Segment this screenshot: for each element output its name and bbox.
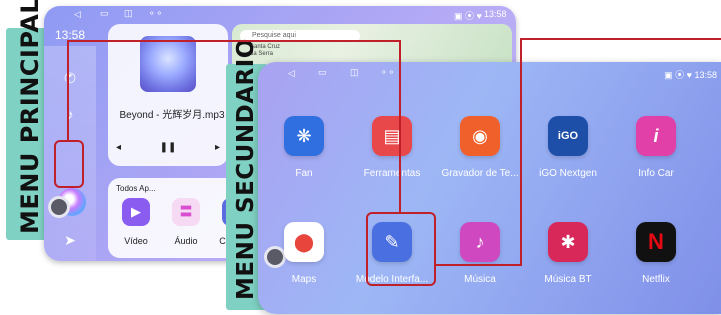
- app-label: Netflix: [642, 274, 670, 285]
- netflix-icon: N: [636, 222, 676, 262]
- status-right: ▣ ⦿ ♥ 13:58: [664, 68, 717, 81]
- app-ferramentas[interactable]: ▤ Ferramentas: [348, 116, 436, 179]
- app-label: iGO Nextgen: [539, 168, 597, 179]
- audio-icon: 〓: [172, 198, 200, 226]
- app-musica-bt[interactable]: ✱ Música BT: [524, 222, 612, 285]
- app-label: Música BT: [544, 274, 592, 285]
- playback-controls: ◂ ❚❚ ▸: [116, 142, 220, 153]
- app-label: Áudio: [174, 236, 198, 246]
- app-info-car[interactable]: i Info Car: [612, 116, 700, 179]
- menu-principal-label: MENU PRINCIPAL: [16, 0, 44, 234]
- app-fan[interactable]: ❋ Fan: [260, 116, 348, 179]
- status-time: 13:58: [694, 70, 717, 80]
- home-icon[interactable]: ▭: [100, 8, 109, 19]
- phone-icon[interactable]: ✆: [58, 66, 82, 90]
- app-label: Música: [464, 274, 496, 285]
- notification-icon: ⚬⚬: [380, 67, 396, 77]
- app-label: Ferramentas: [363, 168, 421, 179]
- bluetooth-music-icon: ✱: [548, 222, 588, 262]
- highlight-modelo-interface: [366, 212, 436, 286]
- status-time: 13:58: [484, 9, 507, 19]
- music-player-card[interactable]: Beyond - 光辉岁月.mp3 ◂ ❚❚ ▸: [108, 24, 228, 166]
- apps-card-title: Todos Ap...: [116, 184, 156, 193]
- recents-icon[interactable]: ◫: [350, 67, 359, 78]
- music-icon: ♪: [460, 222, 500, 262]
- app-label: Vídeo: [124, 236, 148, 246]
- album-art: [140, 36, 196, 92]
- connector-line: [399, 40, 401, 212]
- recents-icon[interactable]: ◫: [124, 8, 133, 19]
- next-icon[interactable]: ▸: [215, 142, 220, 153]
- video-icon: ▶: [122, 198, 150, 226]
- connector-line: [520, 38, 721, 40]
- app-audio[interactable]: 〓 Áudio: [166, 198, 206, 246]
- back-icon[interactable]: ◁: [74, 9, 81, 20]
- status-bar: ◁ ▭ ◫ ⚬⚬ ▣ ⦿ ♥ 13:58: [44, 6, 516, 26]
- song-title: Beyond - 光辉岁月.mp3: [119, 110, 225, 121]
- home-icon[interactable]: ▭: [318, 67, 327, 78]
- pause-icon[interactable]: ❚❚: [160, 142, 177, 153]
- connector-line: [520, 38, 522, 266]
- highlight-voice-assistant: [54, 140, 84, 188]
- toolbox-icon: ▤: [372, 116, 412, 156]
- connector-line: [436, 264, 522, 266]
- app-label: Info Car: [638, 168, 674, 179]
- status-bar: ◁ ▭ ◫ ⚬⚬ ▣ ⦿ ♥ 13:58: [258, 62, 721, 84]
- home-button[interactable]: [48, 196, 70, 218]
- music-icon[interactable]: ♪: [58, 102, 82, 126]
- signal-icon: ▣ ⦿ ♥: [664, 70, 695, 80]
- maps-icon: ⬤: [284, 222, 324, 262]
- menu-secundario-screen: ◁ ▭ ◫ ⚬⚬ ▣ ⦿ ♥ 13:58 ❋ Fan ▤ Ferramentas…: [258, 62, 721, 314]
- igo-icon: iGO: [548, 116, 588, 156]
- app-label: Maps: [291, 274, 317, 285]
- previous-icon[interactable]: ◂: [116, 142, 121, 153]
- signal-icon: ▣ ⦿ ♥: [454, 11, 482, 21]
- back-icon[interactable]: ◁: [288, 68, 295, 79]
- app-igo[interactable]: iGO iGO Nextgen: [524, 116, 612, 179]
- app-maps[interactable]: ⬤ Maps: [260, 222, 348, 285]
- app-label: Fan: [295, 168, 313, 179]
- connector-line: [67, 40, 69, 140]
- app-label: Gravador de Te...: [441, 168, 519, 179]
- recorder-icon: ◉: [460, 116, 500, 156]
- info-icon: i: [636, 116, 676, 156]
- menu-secundario-label: MENU SECUNDARIO: [233, 38, 259, 300]
- app-musica[interactable]: ♪ Música: [436, 222, 524, 285]
- app-video[interactable]: ▶ Vídeo: [116, 198, 156, 246]
- connector-line: [67, 40, 401, 42]
- fan-icon: ❋: [284, 116, 324, 156]
- navigation-icon[interactable]: ➤: [58, 228, 82, 252]
- notification-icon: ⚬⚬: [148, 8, 164, 18]
- app-gravador[interactable]: ◉ Gravador de Te...: [436, 116, 524, 179]
- app-netflix[interactable]: N Netflix: [612, 222, 700, 285]
